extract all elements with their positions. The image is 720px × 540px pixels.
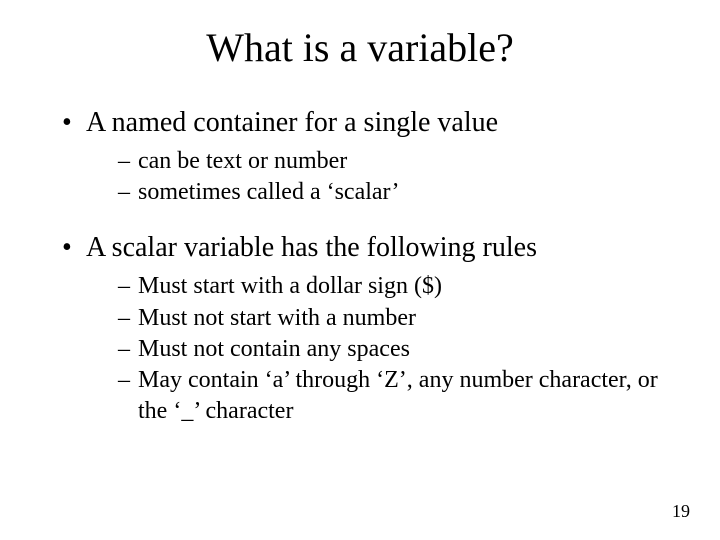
sub-bullet-list: Must start with a dollar sign ($) Must n… bbox=[86, 271, 680, 427]
sub-bullet-item: can be text or number bbox=[118, 146, 680, 177]
bullet-list: A named container for a single value can… bbox=[40, 105, 680, 427]
sub-bullet-item: May contain ‘a’ through ‘Z’, any number … bbox=[118, 365, 680, 427]
sub-bullet-text: can be text or number bbox=[138, 148, 347, 174]
bullet-item: A named container for a single value can… bbox=[62, 105, 680, 208]
sub-bullet-item: Must not contain any spaces bbox=[118, 334, 680, 365]
sub-bullet-text: Must not start with a number bbox=[138, 305, 416, 331]
page-number: 19 bbox=[672, 501, 690, 522]
sub-bullet-item: Must start with a dollar sign ($) bbox=[118, 271, 680, 302]
sub-bullet-item: sometimes called a ‘scalar’ bbox=[118, 177, 680, 208]
sub-bullet-text: Must start with a dollar sign ($) bbox=[138, 273, 442, 299]
bullet-text: A named container for a single value bbox=[86, 107, 498, 138]
sub-bullet-item: Must not start with a number bbox=[118, 303, 680, 334]
slide: What is a variable? A named container fo… bbox=[0, 0, 720, 540]
sub-bullet-text: sometimes called a ‘scalar’ bbox=[138, 179, 399, 205]
sub-bullet-text: Must not contain any spaces bbox=[138, 336, 410, 362]
sub-bullet-list: can be text or number sometimes called a… bbox=[86, 146, 680, 208]
bullet-text: A scalar variable has the following rule… bbox=[86, 232, 537, 263]
bullet-item: A scalar variable has the following rule… bbox=[62, 230, 680, 427]
slide-title: What is a variable? bbox=[40, 24, 680, 71]
sub-bullet-text: May contain ‘a’ through ‘Z’, any number … bbox=[138, 367, 658, 424]
